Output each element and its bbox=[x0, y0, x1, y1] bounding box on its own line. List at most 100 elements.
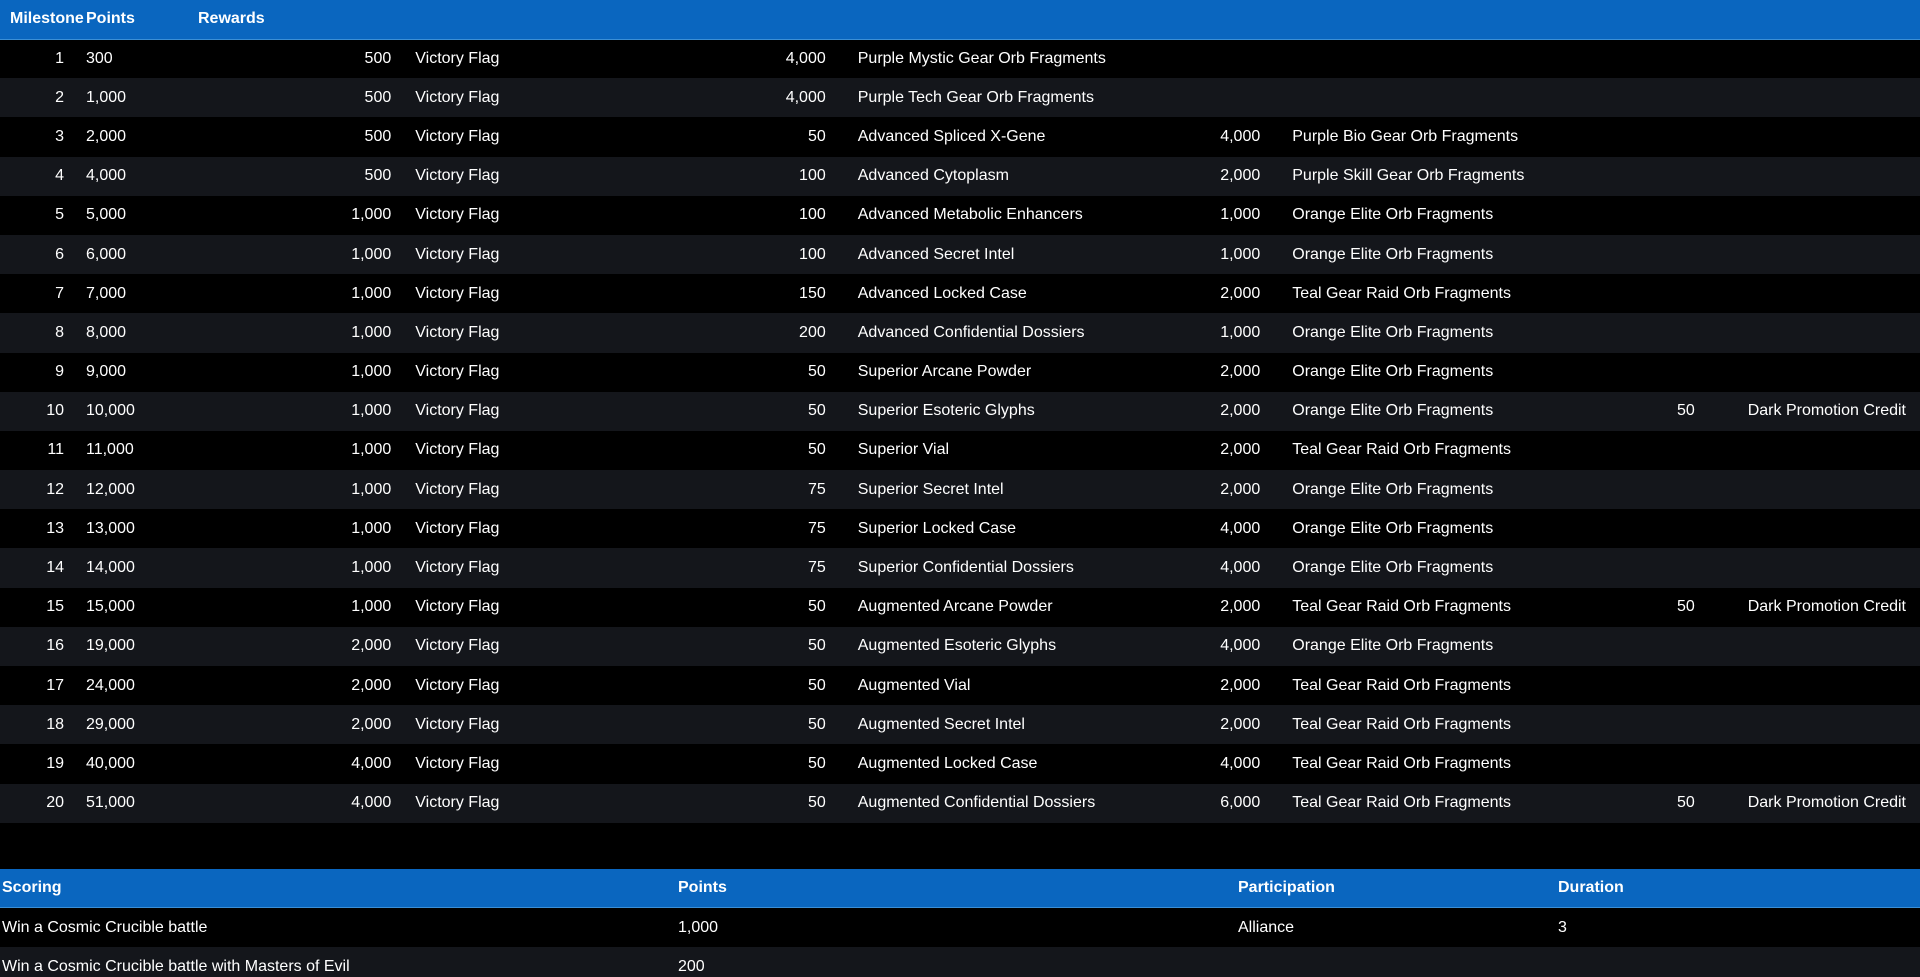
cell-reward2-qty: 150 bbox=[799, 284, 826, 302]
cell-milestone: 5 bbox=[55, 206, 64, 224]
cell-reward1-qty: 1,000 bbox=[351, 206, 392, 224]
cell-reward4-name bbox=[1703, 235, 1920, 274]
cell-reward1-name: Victory Flag bbox=[415, 88, 500, 106]
cell-points: 24,000 bbox=[86, 676, 135, 694]
cell-reward1-name: Victory Flag bbox=[415, 598, 500, 616]
cell-points: 51,000 bbox=[86, 794, 135, 812]
cell-reward1-name: Victory Flag bbox=[415, 559, 500, 577]
cell-reward4-qty bbox=[1486, 313, 1703, 352]
cell-reward2-name: Augmented Esoteric Glyphs bbox=[857, 637, 1057, 655]
cell-reward1-name: Victory Flag bbox=[415, 480, 500, 498]
col-header-participation: Participation bbox=[1236, 868, 1556, 909]
cell-reward2-name: Advanced Confidential Dossiers bbox=[857, 323, 1085, 341]
cell-reward4-name bbox=[1703, 39, 1920, 78]
cell-reward2-name: Advanced Locked Case bbox=[857, 284, 1027, 302]
cell-reward1-qty: 500 bbox=[364, 167, 392, 185]
cell-reward2-name: Purple Mystic Gear Orb Fragments bbox=[857, 49, 1106, 67]
cell-milestone: 3 bbox=[55, 127, 64, 145]
cell-milestone: 16 bbox=[46, 637, 64, 655]
cell-reward1-qty: 1,000 bbox=[351, 559, 392, 577]
col-header-scoring-points: Points bbox=[676, 868, 1236, 909]
cell-points: 9,000 bbox=[86, 363, 127, 381]
cell-reward2-qty: 75 bbox=[807, 559, 826, 577]
cell-reward3-qty: 2,000 bbox=[1220, 363, 1261, 381]
cell-milestone: 20 bbox=[46, 794, 64, 812]
cell-milestone: 9 bbox=[55, 363, 64, 381]
cell-points: 300 bbox=[86, 49, 113, 67]
milestone-row: 2 1,000 500 Victory Flag 4,000 Purple Tech Ge… bbox=[0, 78, 1920, 118]
cell-reward4-name bbox=[1703, 744, 1920, 783]
cell-reward2-qty: 75 bbox=[807, 519, 826, 537]
cell-reward2-qty: 50 bbox=[807, 715, 826, 733]
milestone-header-row: Milestone Points Rewards bbox=[0, 0, 1920, 40]
milestone-table-header: Milestone Points Rewards bbox=[0, 0, 1920, 40]
cell-reward2-name: Augmented Locked Case bbox=[857, 754, 1038, 772]
milestone-row: 12 12,000 1,000 Victory Flag 75 Superior Secr… bbox=[0, 470, 1920, 510]
cell-reward2-name: Superior Locked Case bbox=[857, 519, 1017, 537]
cell-reward1-qty: 1,000 bbox=[351, 284, 392, 302]
cell-milestone: 17 bbox=[46, 676, 64, 694]
cell-reward4-qty bbox=[1486, 78, 1703, 117]
cell-reward2-name: Augmented Confidential Dossiers bbox=[857, 794, 1096, 812]
cell-reward2-name: Superior Esoteric Glyphs bbox=[857, 402, 1035, 420]
cell-reward4-qty: 50 bbox=[1676, 402, 1695, 420]
cell-reward4-name bbox=[1703, 196, 1920, 235]
cell-reward2-qty: 50 bbox=[807, 794, 826, 812]
cell-duration: 3 bbox=[1558, 918, 1567, 936]
cell-reward1-name: Victory Flag bbox=[415, 441, 500, 459]
cell-reward3-name: Orange Elite Orb Fragments bbox=[1292, 363, 1494, 381]
cell-reward2-name: Advanced Metabolic Enhancers bbox=[857, 206, 1083, 224]
cell-scoring-points: 1,000 bbox=[678, 918, 719, 936]
milestone-row: 18 29,000 2,000 Victory Flag 50 Augmented Sec… bbox=[0, 705, 1920, 745]
cell-reward1-qty: 1,000 bbox=[351, 363, 392, 381]
table-separator bbox=[0, 822, 1920, 869]
cell-reward4-qty bbox=[1486, 274, 1703, 313]
cell-reward2-name: Superior Arcane Powder bbox=[857, 363, 1032, 381]
cell-reward2-name: Advanced Spliced X-Gene bbox=[857, 127, 1046, 145]
cell-points: 10,000 bbox=[86, 402, 135, 420]
cell-reward4-name bbox=[1703, 353, 1920, 392]
cell-reward3-name: Teal Gear Raid Orb Fragments bbox=[1292, 715, 1511, 733]
cell-reward3-name: Teal Gear Raid Orb Fragments bbox=[1292, 284, 1511, 302]
cell-points: 8,000 bbox=[86, 323, 127, 341]
cell-scoring-desc: Win a Cosmic Crucible battle with Master… bbox=[2, 957, 350, 975]
cell-reward1-name: Victory Flag bbox=[415, 519, 500, 537]
cell-reward3-qty: 2,000 bbox=[1220, 480, 1261, 498]
cell-reward2-name: Superior Vial bbox=[857, 441, 950, 459]
cell-reward2-qty: 50 bbox=[807, 676, 826, 694]
scoring-row: Win a Cosmic Crucible battle with Master… bbox=[0, 946, 1920, 977]
cell-reward4-qty: 50 bbox=[1676, 794, 1695, 812]
cell-reward1-qty: 2,000 bbox=[351, 676, 392, 694]
cell-reward1-qty: 2,000 bbox=[351, 715, 392, 733]
cell-reward3-qty: 2,000 bbox=[1220, 284, 1261, 302]
cell-scoring-points: 200 bbox=[678, 957, 705, 975]
cell-reward1-name: Victory Flag bbox=[415, 49, 500, 67]
milestone-row: 1 300 500 Victory Flag 4,000 Purple Mystic Ge… bbox=[0, 39, 1920, 79]
cell-reward2-name: Purple Tech Gear Orb Fragments bbox=[857, 88, 1094, 106]
cell-participation: Alliance bbox=[1238, 918, 1295, 936]
cell-reward4-name: Dark Promotion Credit bbox=[1747, 794, 1906, 812]
cell-reward2-qty: 50 bbox=[807, 127, 826, 145]
milestone-rewards-table: Milestone Points Rewards 1 300 500 Victory … bbox=[0, 0, 1920, 823]
cell-reward4-qty bbox=[1486, 431, 1703, 470]
cell-reward2-qty: 50 bbox=[807, 754, 826, 772]
cell-reward4-qty bbox=[1486, 627, 1703, 666]
milestone-row: 3 2,000 500 Victory Flag 50 Advanced Spliced … bbox=[0, 117, 1920, 157]
cell-reward4-name bbox=[1703, 548, 1920, 587]
milestone-row: 5 5,000 1,000 Victory Flag 100 Advanced Metab… bbox=[0, 195, 1920, 235]
cell-points: 11,000 bbox=[86, 441, 134, 459]
cell-reward2-name: Advanced Cytoplasm bbox=[857, 167, 1009, 185]
cell-reward4-qty bbox=[1486, 744, 1703, 783]
cell-reward4-name bbox=[1703, 274, 1920, 313]
cell-reward3-name: Orange Elite Orb Fragments bbox=[1292, 402, 1494, 420]
cell-reward1-name: Victory Flag bbox=[415, 206, 500, 224]
cell-points: 6,000 bbox=[86, 245, 127, 263]
cell-reward2-qty: 50 bbox=[807, 441, 826, 459]
cell-reward2-qty: 100 bbox=[799, 245, 826, 263]
cell-reward4-name bbox=[1703, 431, 1920, 470]
cell-reward4-name bbox=[1703, 117, 1920, 156]
cell-reward1-qty: 1,000 bbox=[351, 245, 392, 263]
col-header-rewards: Rewards bbox=[182, 0, 1920, 40]
cell-milestone: 1 bbox=[55, 49, 64, 67]
cell-reward2-qty: 100 bbox=[799, 167, 826, 185]
